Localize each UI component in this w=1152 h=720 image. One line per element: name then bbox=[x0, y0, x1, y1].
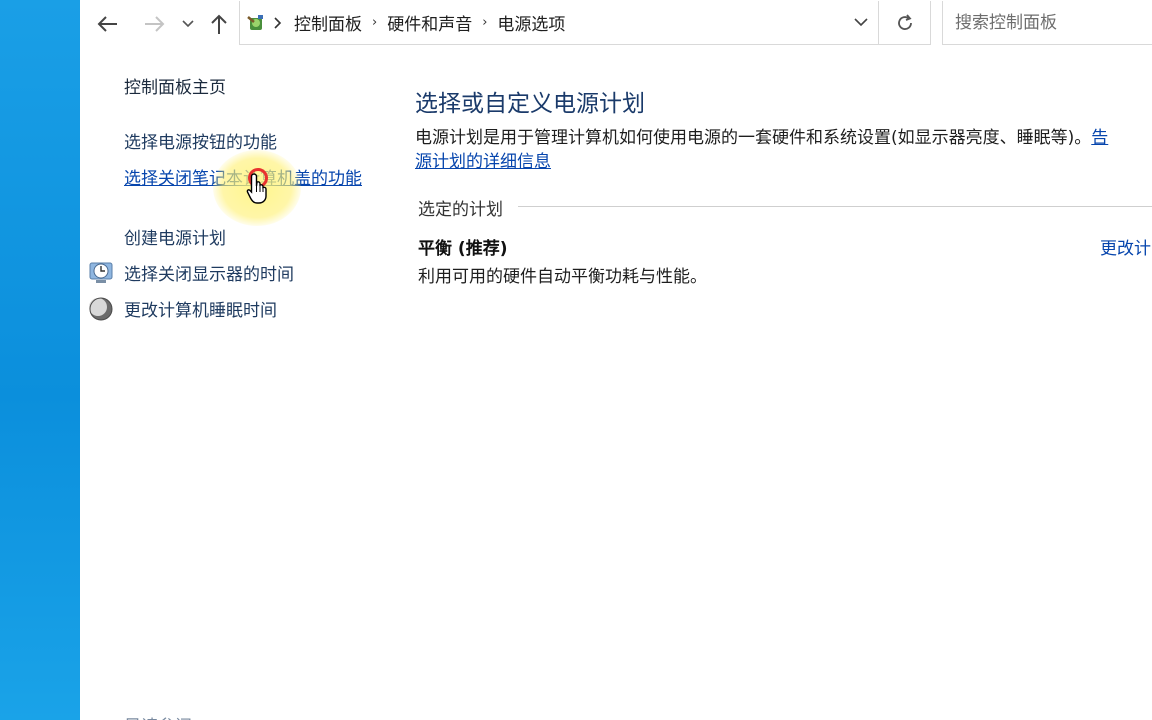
control-panel-icon bbox=[247, 14, 263, 30]
sidebar-item-create-plan[interactable]: 创建电源计划 bbox=[124, 227, 226, 251]
refresh-button[interactable] bbox=[879, 1, 931, 45]
chevron-right-icon[interactable]: › bbox=[482, 15, 487, 30]
arrow-up-icon bbox=[211, 14, 227, 34]
chevron-right-icon[interactable]: › bbox=[372, 15, 377, 30]
plan-description: 利用可用的硬件自动平衡功耗与性能。 bbox=[418, 267, 707, 287]
breadcrumb-control-panel[interactable]: 控制面板 bbox=[294, 10, 362, 35]
change-plan-settings-link[interactable]: 更改计 bbox=[1100, 234, 1151, 259]
search-box[interactable] bbox=[942, 1, 1152, 45]
sidebar-item-sleep-time[interactable]: 更改计算机睡眠时间 bbox=[124, 299, 277, 323]
sidebar-item-power-button[interactable]: 选择电源按钮的功能 bbox=[124, 131, 277, 155]
arrow-left-icon bbox=[97, 16, 117, 32]
sidebar-item-lid-close[interactable]: 选择关闭笔记本计算机盖的功能 bbox=[124, 167, 364, 191]
selected-plan-heading: 选定的计划 bbox=[418, 195, 513, 220]
power-plan-info-link[interactable]: 告 bbox=[1091, 128, 1108, 148]
breadcrumb-hardware-sound[interactable]: 硬件和声音 bbox=[387, 10, 472, 35]
refresh-icon bbox=[897, 13, 912, 30]
breadcrumb-power-options[interactable]: 电源选项 bbox=[497, 10, 565, 35]
sidebar-home-link[interactable]: 控制面板主页 bbox=[124, 76, 226, 100]
moon-sleep-icon bbox=[89, 297, 113, 321]
search-input[interactable] bbox=[953, 11, 1147, 34]
chevron-down-icon bbox=[182, 20, 194, 28]
chevron-down-icon bbox=[854, 17, 868, 26]
sidebar-item-display-timeout[interactable]: 选择关闭显示器的时间 bbox=[124, 263, 294, 287]
section-divider bbox=[518, 206, 1152, 207]
description-text: 电源计划是用于管理计算机如何使用电源的一套硬件和系统设置(如显示器亮度、睡眠等)… bbox=[415, 128, 1092, 148]
desktop-background bbox=[0, 0, 80, 720]
see-also-heading: 另请参阅 bbox=[124, 712, 192, 720]
display-clock-icon bbox=[89, 262, 113, 283]
chevron-right-icon bbox=[274, 16, 282, 29]
forward-button[interactable] bbox=[142, 10, 166, 38]
power-plan-info-link-continued[interactable]: 源计划的详细信息 bbox=[415, 152, 551, 172]
up-button[interactable] bbox=[208, 10, 230, 38]
page-title: 选择或自定义电源计划 bbox=[415, 91, 645, 117]
page-description: 电源计划是用于管理计算机如何使用电源的一套硬件和系统设置(如显示器亮度、睡眠等)… bbox=[415, 126, 1152, 174]
address-history-button[interactable] bbox=[852, 13, 870, 31]
back-button[interactable] bbox=[96, 10, 120, 38]
control-panel-window: 控制面板 › 硬件和声音 › 电源选项 控制面板主页 选择电源按钮的功能 选择关… bbox=[80, 0, 1152, 720]
address-bar[interactable]: 控制面板 › 硬件和声音 › 电源选项 bbox=[239, 1, 879, 45]
recent-locations-button[interactable] bbox=[180, 10, 196, 38]
plan-name: 平衡 (推荐) bbox=[418, 239, 508, 259]
navigation-toolbar: 控制面板 › 硬件和声音 › 电源选项 bbox=[80, 0, 1152, 48]
arrow-right-icon bbox=[145, 16, 165, 32]
